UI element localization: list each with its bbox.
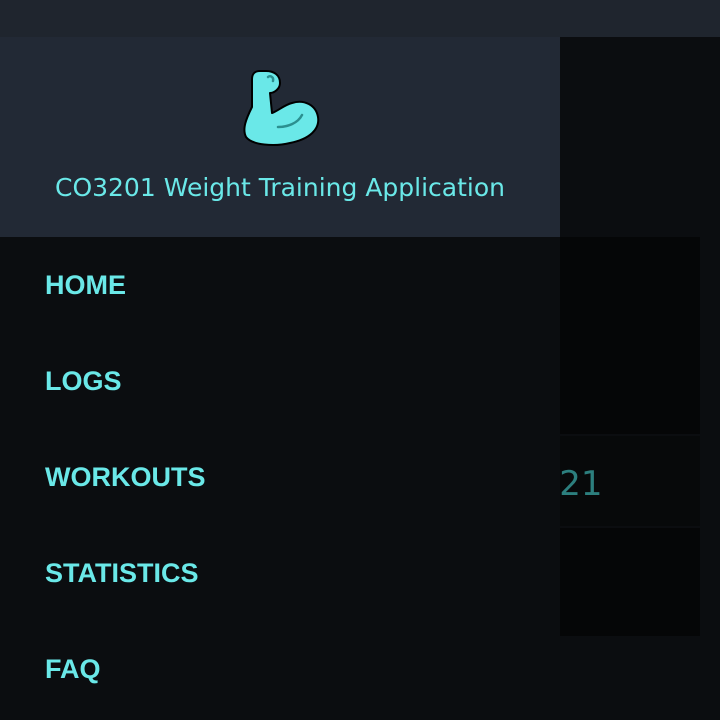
drawer-header: CO3201 Weight Training Application	[0, 37, 560, 237]
app-title: CO3201 Weight Training Application	[54, 173, 506, 202]
background-card	[560, 528, 700, 636]
menu-item-home[interactable]: HOME	[0, 237, 560, 333]
menu-item-faq[interactable]: FAQ	[0, 621, 560, 717]
navigation-drawer: CO3201 Weight Training Application HOME …	[0, 37, 560, 720]
menu-item-workouts[interactable]: WORKOUTS	[0, 429, 560, 525]
background-partial-text: )21	[560, 464, 603, 504]
menu-item-statistics[interactable]: STATISTICS	[0, 525, 560, 621]
background-text-clip: )21	[560, 460, 700, 510]
background-card	[560, 237, 700, 434]
screen: )21 CO3201 Weight Training Application H…	[0, 0, 720, 720]
menu-item-logs[interactable]: LOGS	[0, 333, 560, 429]
drawer-menu: HOME LOGS WORKOUTS STATISTICS FAQ	[0, 237, 560, 717]
flexed-bicep-icon	[243, 70, 320, 146]
status-bar	[0, 0, 720, 37]
